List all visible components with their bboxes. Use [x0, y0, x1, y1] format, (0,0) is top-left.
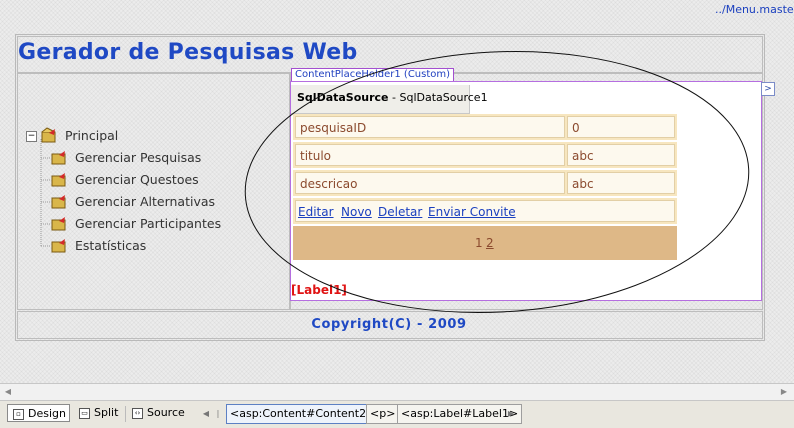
- source-icon: ‹›: [132, 408, 143, 419]
- details-row: descricao abc: [293, 170, 677, 196]
- copyright-text: Copyright(C) - 2009: [311, 317, 467, 332]
- field-name: descricao: [295, 172, 565, 194]
- split-icon: ▭: [79, 408, 90, 419]
- horizontal-scrollbar[interactable]: ◀ ▶: [0, 383, 794, 400]
- folder-arrow-icon: [51, 239, 66, 253]
- folder-arrow-icon: [51, 151, 66, 165]
- enviar-convite-link[interactable]: Enviar Convite: [428, 205, 516, 219]
- design-view-button[interactable]: ▫ Design: [7, 404, 70, 422]
- folder-arrow-icon: [51, 173, 66, 187]
- tree-node-label: Gerenciar Alternativas: [75, 194, 216, 209]
- tree-node-label: Gerenciar Pesquisas: [75, 150, 202, 165]
- pager-page-link[interactable]: 2: [486, 236, 494, 250]
- design-icon: ▫: [13, 409, 24, 420]
- folder-arrow-icon: [41, 127, 56, 143]
- collapse-icon[interactable]: −: [26, 131, 37, 142]
- design-view-label: Design: [28, 407, 66, 420]
- tag-breadcrumb-p[interactable]: <p>: [366, 404, 400, 424]
- tree-node-label: Gerenciar Questoes: [75, 172, 199, 187]
- field-value: abc: [567, 172, 675, 194]
- tag-breadcrumb-content[interactable]: <asp:Content#Content2>: [226, 404, 380, 424]
- source-view-button[interactable]: ‹› Source: [127, 404, 187, 422]
- tree-node-label: Estatísticas: [75, 238, 147, 253]
- novo-link[interactable]: Novo: [341, 205, 372, 219]
- tag-breadcrumb-label[interactable]: <asp:Label#Label1>: [397, 404, 523, 424]
- designer-status-bar: ▫ Design ▭ Split ‹› Source ◀ | <asp:Cont…: [0, 400, 794, 428]
- tag-nav-left-icon[interactable]: ◀: [200, 406, 212, 421]
- command-cell: Editar Novo Deletar Enviar Convite: [295, 200, 675, 222]
- menu-cell: [17, 72, 291, 310]
- tree-node-label: Gerenciar Participantes: [75, 216, 222, 231]
- tree-node-label: Principal: [65, 128, 119, 143]
- sqldatasource-control[interactable]: SqlDataSource - SqlDataSource1: [291, 85, 488, 114]
- field-value: 0: [567, 116, 675, 138]
- smart-tag-arrow-icon[interactable]: >: [761, 82, 775, 96]
- label1-control[interactable]: [Label1]: [291, 283, 347, 297]
- pager-row: 1 2: [293, 226, 677, 260]
- site-title: Gerador de Pesquisas Web: [18, 40, 358, 65]
- folder-arrow-icon: [51, 195, 66, 209]
- editar-link[interactable]: Editar: [298, 205, 334, 219]
- sqldatasource-caption: SqlDataSource - SqlDataSource1: [297, 91, 488, 104]
- control-id: SqlDataSource1: [399, 91, 488, 104]
- split-view-label: Split: [94, 406, 119, 419]
- details-row: pesquisaID 0: [293, 114, 677, 140]
- tag-nav-right-icon[interactable]: ▶: [505, 406, 517, 421]
- pager-current-page: 1: [475, 236, 483, 250]
- field-name: pesquisaID: [295, 116, 565, 138]
- field-name: titulo: [295, 144, 565, 166]
- command-row: Editar Novo Deletar Enviar Convite: [293, 198, 677, 224]
- tag-nav-separator-icon: |: [216, 409, 220, 418]
- source-view-label: Source: [147, 406, 185, 419]
- split-view-button[interactable]: ▭ Split: [74, 404, 126, 422]
- content-placeholder-tag[interactable]: ContentPlaceHolder1 (Custom): [291, 68, 455, 82]
- field-value: abc: [567, 144, 675, 166]
- deletar-link[interactable]: Deletar: [378, 205, 422, 219]
- master-page-path[interactable]: ../Menu.master: [715, 3, 794, 16]
- control-type: SqlDataSource: [297, 91, 389, 104]
- details-row: titulo abc: [293, 142, 677, 168]
- separator: [125, 406, 126, 422]
- scroll-right-icon[interactable]: ▶: [777, 385, 791, 399]
- scroll-left-icon[interactable]: ◀: [1, 385, 15, 399]
- folder-arrow-icon: [51, 217, 66, 231]
